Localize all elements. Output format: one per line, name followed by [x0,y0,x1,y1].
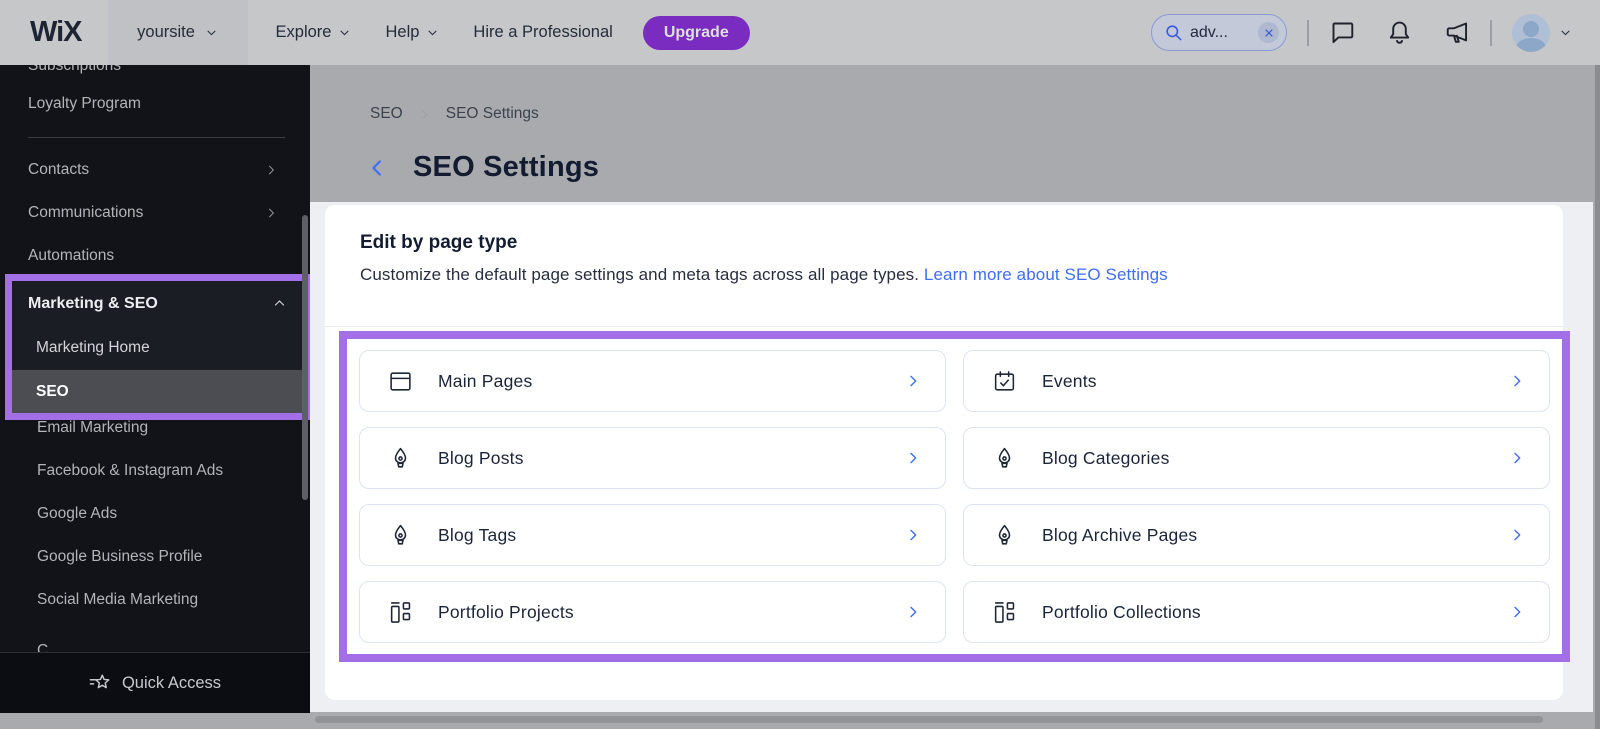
sidebar-item-contacts[interactable]: Contacts [28,158,290,182]
page-types-highlight-box: Main Pages Events Blog Posts Blog Catego… [339,331,1570,662]
site-switcher[interactable]: yoursite [107,0,248,65]
sidebar-item-marketing-home[interactable]: Marketing Home [12,326,303,370]
avatar [1512,13,1550,52]
nav-hire-a-professional[interactable]: Hire a Professional [473,23,612,42]
sidebar-item-communications[interactable]: Communications [28,201,290,225]
chevron-down-icon [340,30,350,36]
calendar-check-icon [994,370,1015,391]
chevron-right-icon [1514,606,1521,618]
chevron-down-icon [428,30,438,36]
tile-main-pages[interactable]: Main Pages [359,350,946,412]
clear-search-button[interactable] [1258,22,1279,43]
sidebar-item-automations[interactable]: Automations [28,244,290,268]
tile-portfolio-collections[interactable]: Portfolio Collections [963,581,1550,643]
sidebar-item-google-ads[interactable]: Google Ads [37,502,117,526]
chat-icon [1332,22,1354,44]
chevron-right-icon [910,452,917,464]
wix-logo[interactable]: WiX [0,16,83,49]
chevron-right-icon [1514,375,1521,387]
horizontal-scrollbar[interactable] [315,716,1543,723]
chevron-right-icon [1514,452,1521,464]
top-nav: Explore Help Hire a Professional [276,23,613,42]
chevron-down-icon [207,30,216,36]
learn-more-link[interactable]: Learn more about SEO Settings [924,265,1168,284]
sidebar-item-loyalty-program[interactable]: Loyalty Program [28,92,290,116]
tile-blog-posts[interactable]: Blog Posts [359,427,946,489]
tile-portfolio-projects[interactable]: Portfolio Projects [359,581,946,643]
masonry-grid-icon [994,601,1015,623]
sidebar-item-email-marketing[interactable]: Email Marketing [37,416,148,440]
panel-divider [325,326,1563,327]
panel-heading: Edit by page type [360,232,518,253]
page-title: SEO Settings [413,151,600,183]
chat-button[interactable] [1329,19,1356,46]
upgrade-button[interactable]: Upgrade [642,15,750,50]
sidebar-scrollbar[interactable] [302,215,308,500]
search-value: adv... [1190,23,1228,41]
site-name: yoursite [137,23,195,41]
masonry-grid-icon [390,601,411,623]
sidebar: Subscriptions Loyalty Program Contacts C… [0,65,310,713]
breadcrumb-seo-settings[interactable]: SEO Settings [446,105,539,123]
page-type-tiles: Main Pages Events Blog Posts Blog Catego… [347,339,1562,654]
sidebar-item-social-media-marketing[interactable]: Social Media Marketing [37,588,198,612]
sidebar-item-marketing-seo[interactable]: Marketing & SEO [12,281,303,326]
sidebar-item-subscriptions[interactable]: Subscriptions [28,65,290,78]
wix-dashboard: WiX yoursite Explore Help Hire a Profess… [0,0,1600,729]
chevron-right-icon [422,109,428,119]
pen-nib-icon [998,524,1011,545]
tile-blog-archive-pages[interactable]: Blog Archive Pages [963,504,1550,566]
quick-access-button[interactable]: Quick Access [0,652,310,713]
chevron-right-icon [268,165,275,175]
avatar-head [1523,20,1539,37]
nav-explore[interactable]: Explore [276,23,352,42]
pen-nib-icon [998,447,1011,468]
announcements-button[interactable] [1443,19,1470,46]
bell-icon [1389,21,1410,44]
chevron-right-icon [1514,529,1521,541]
seo-settings-panel: Edit by page type Customize the default … [325,205,1570,700]
pen-nib-icon [394,524,407,545]
top-bar: WiX yoursite Explore Help Hire a Profess… [0,0,1600,65]
breadcrumb: SEO SEO Settings [370,105,539,123]
main-content: SEO SEO Settings SEO Settings Edit by pa… [310,65,1600,729]
sidebar-item-facebook-instagram-ads[interactable]: Facebook & Instagram Ads [37,459,223,483]
close-icon [1264,28,1273,37]
chevron-right-icon [910,529,917,541]
chevron-right-icon [910,606,917,618]
topbar-divider [1490,19,1492,46]
star-sparkle-icon [89,674,110,689]
chevron-right-icon [910,375,917,387]
vertical-scrollbar[interactable] [1595,65,1600,729]
nav-help[interactable]: Help [385,23,439,42]
marketing-seo-highlight-box: Marketing & SEO Marketing Home SEO [5,274,310,420]
notifications-button[interactable] [1386,19,1413,46]
sidebar-item-seo[interactable]: SEO [12,370,303,413]
panel-description: Customize the default page settings and … [360,265,1168,284]
search-input[interactable]: adv... [1151,14,1287,51]
sidebar-divider [28,137,285,138]
chevron-right-icon [268,208,275,218]
search-icon [1166,25,1182,41]
chevron-up-icon [274,300,285,306]
back-button[interactable] [366,157,388,179]
tile-events[interactable]: Events [963,350,1550,412]
chevron-down-icon [1561,30,1570,36]
megaphone-icon [1446,22,1468,43]
breadcrumb-seo[interactable]: SEO [370,105,403,123]
back-chevron-icon [372,159,381,176]
tile-blog-tags[interactable]: Blog Tags [359,504,946,566]
sidebar-item-google-business-profile[interactable]: Google Business Profile [37,545,202,569]
title-row: SEO Settings [366,151,599,184]
pen-nib-icon [394,447,407,468]
account-menu[interactable] [1512,13,1572,52]
topbar-divider [1307,19,1309,46]
tile-blog-categories[interactable]: Blog Categories [963,427,1550,489]
topbar-icon-buttons [1329,19,1470,46]
window-icon [390,371,411,391]
avatar-body [1516,37,1546,52]
